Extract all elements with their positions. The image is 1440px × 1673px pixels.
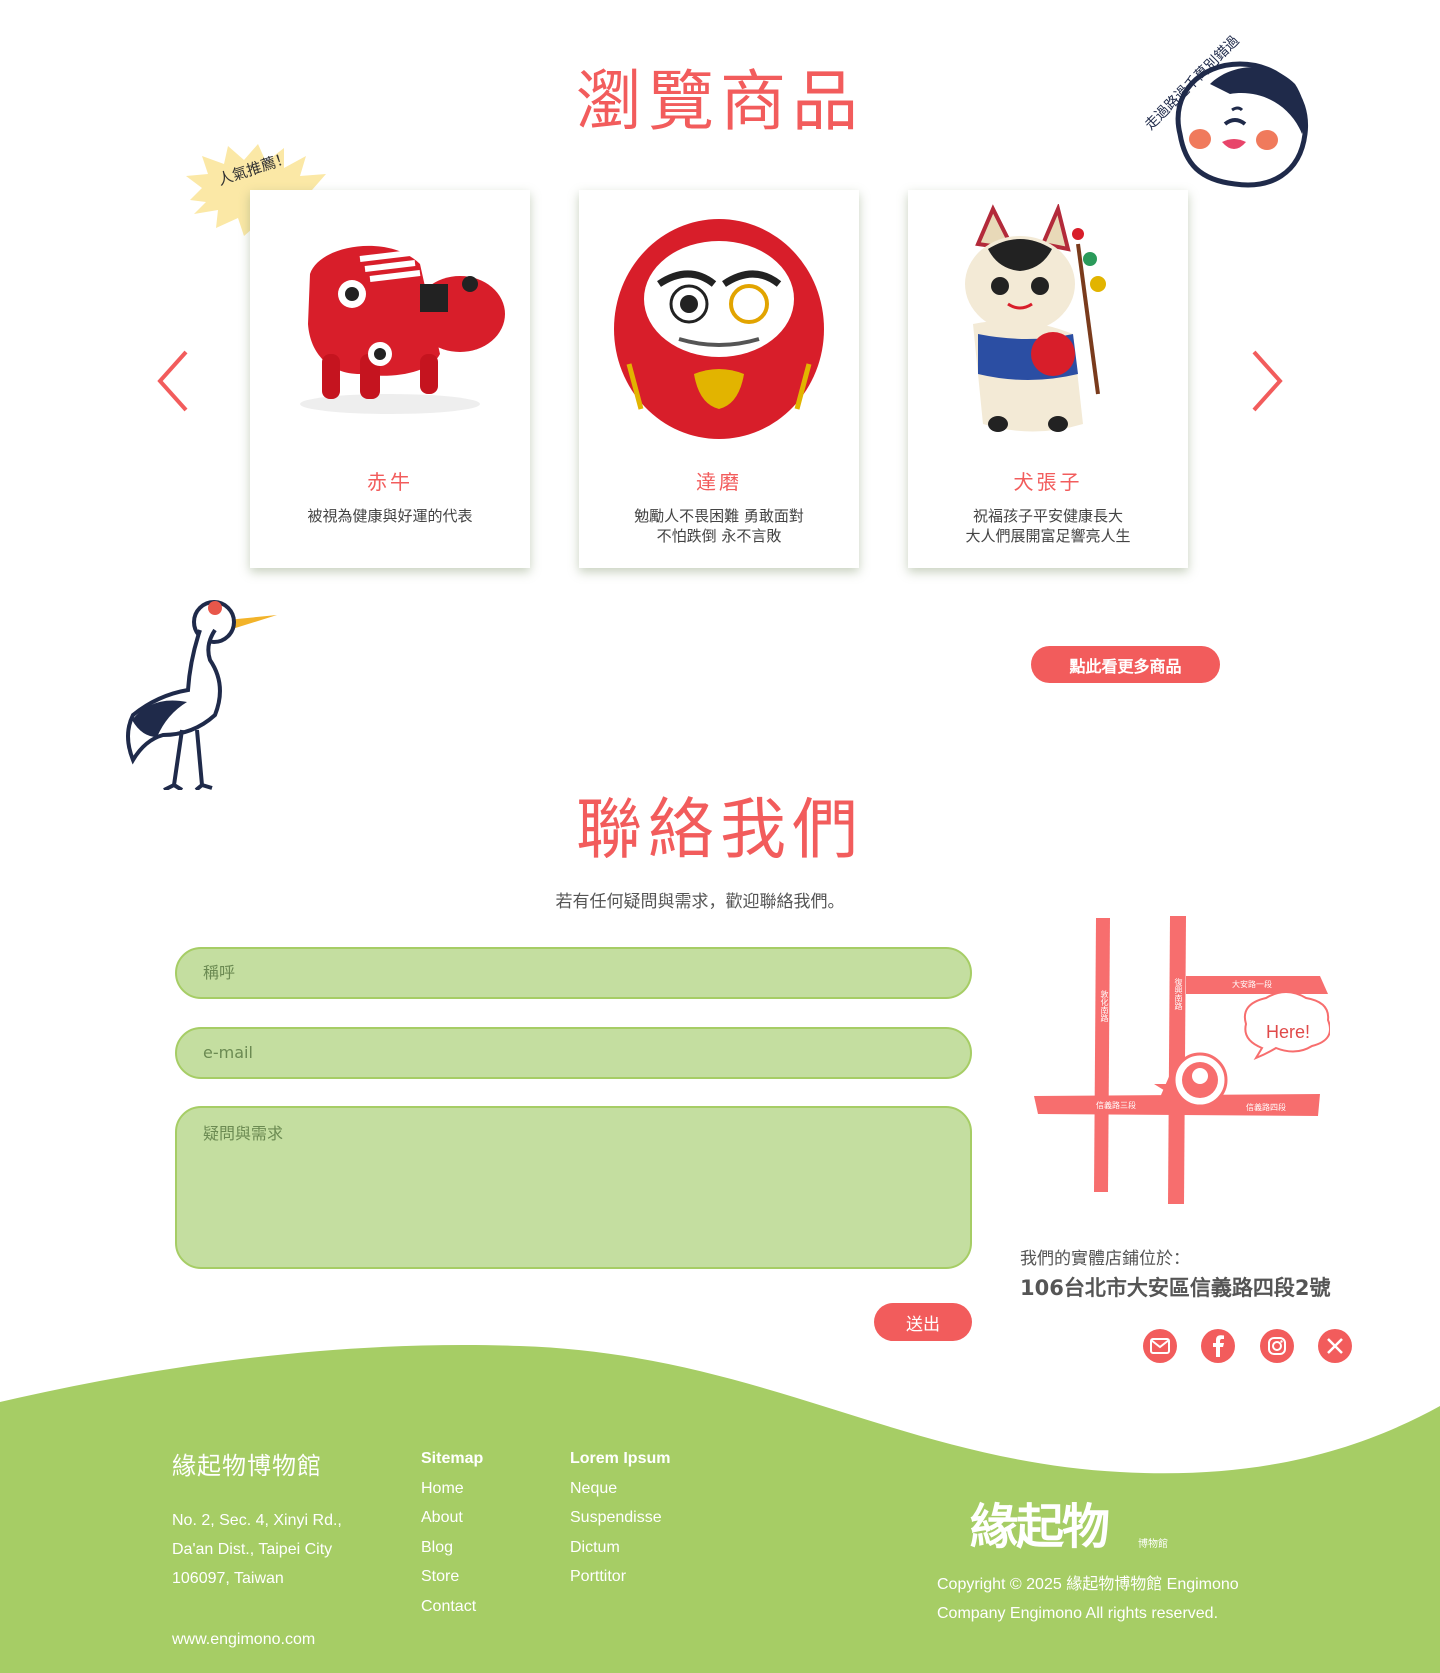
footer-website-link[interactable]: www.engimono.com [172,1631,315,1649]
akabeko-image [300,245,505,414]
engimono-logo: 緣起物 博物館 [970,1487,1180,1555]
product-description: 祝福孩子平安健康長大 大人們展開富足響亮人生 [908,506,1188,546]
description-line: 祝福孩子平安健康長大 [972,507,1123,525]
logo-subtext: 博物館 [1138,1539,1168,1550]
product-card-akabeko[interactable]: 赤牛 被視為健康與好運的代表 [250,190,530,568]
view-more-products-button[interactable]: 點此看更多商品 [1031,646,1220,683]
sitemap-heading: Sitemap [421,1450,484,1467]
logo-text: 緣起物 [970,1499,1110,1555]
contact-title: 聯絡我們 [576,791,864,868]
footer-address-line: 106097, Taiwan [172,1570,284,1587]
inuhariko-image [965,204,1106,432]
footer-link-store[interactable]: Store [421,1568,459,1586]
footer-link-neque[interactable]: Neque [570,1480,617,1498]
description-line: 被視為健康與好運的代表 [307,507,473,525]
product-description: 勉勵人不畏困難 勇敢面對 不怕跌倒 永不言敗 [579,506,859,546]
message-textarea[interactable]: 疑問與需求 [175,1106,972,1269]
store-label: 我們的實體店鋪位於： [1020,1249,1190,1269]
product-card-daruma[interactable]: 達磨 勉勵人不畏困難 勇敢面對 不怕跌倒 永不言敗 [579,190,859,568]
store-address: 106台北市大安區信義路四段2號 [1020,1276,1331,1300]
lorem-heading: Lorem Ipsum [570,1450,671,1467]
footer-link-about[interactable]: About [421,1509,463,1527]
footer-address-line: Da'an Dist., Taipei City [172,1541,333,1558]
product-description: 被視為健康與好運的代表 [250,506,530,526]
footer-brand: 緣起物博物館 [172,1452,322,1480]
description-line: 不怕跌倒 永不言敗 [656,527,782,545]
crane-illustration-icon [126,600,277,790]
footer-link-blog[interactable]: Blog [421,1539,453,1557]
footer-link-suspendisse[interactable]: Suspendisse [570,1509,662,1527]
contact-intro: 若有任何疑問與需求，歡迎聯絡我們。 [555,892,845,912]
street-label: 信義路三段 [1096,1101,1136,1110]
copyright: Copyright © 2025 緣起物博物館 Engimono Company… [937,1570,1277,1628]
product-card-inuhariko[interactable]: 犬張子 祝福孩子平安健康長大 大人們展開富足響亮人生 [908,190,1188,568]
description-line: 勉勵人不畏困難 勇敢面對 [634,507,804,525]
street-label: 大安路一段 [1232,980,1272,989]
footer-link-contact[interactable]: Contact [421,1598,476,1616]
footer-link-porttitor[interactable]: Porttitor [570,1568,626,1586]
email-input[interactable]: e-mail [175,1027,972,1079]
product-name: 達磨 [696,470,742,494]
map-streets-icon [1034,916,1330,1204]
chevron-left-icon[interactable] [152,346,192,416]
send-button[interactable]: 送出 [874,1303,972,1341]
product-name: 赤牛 [367,470,413,494]
street-label: 信義路四段 [1246,1103,1286,1112]
copyright-line: Copyright © 2025 緣起物博物館 Engimono [937,1576,1239,1593]
copyright-line: Company Engimono All rights reserved. [937,1605,1219,1622]
street-label: 敦化南路 [1100,990,1109,1022]
chevron-right-icon[interactable] [1248,346,1288,416]
daruma-image [614,219,824,439]
here-label: Here! [1266,1022,1311,1042]
footer-link-dictum[interactable]: Dictum [570,1539,620,1557]
street-label: 復興南路 [1174,978,1183,1010]
name-input[interactable]: 稱呼 [175,947,972,999]
store-map: Here! 大安路一段 信義路三段 信義路四段 敦化南路 復興南路 [1028,912,1330,1208]
footer-address-line: No. 2, Sec. 4, Xinyi Rd., [172,1512,342,1529]
product-name: 犬張子 [1013,470,1083,494]
description-line: 大人們展開富足響亮人生 [965,527,1131,545]
footer-link-home[interactable]: Home [421,1480,464,1498]
